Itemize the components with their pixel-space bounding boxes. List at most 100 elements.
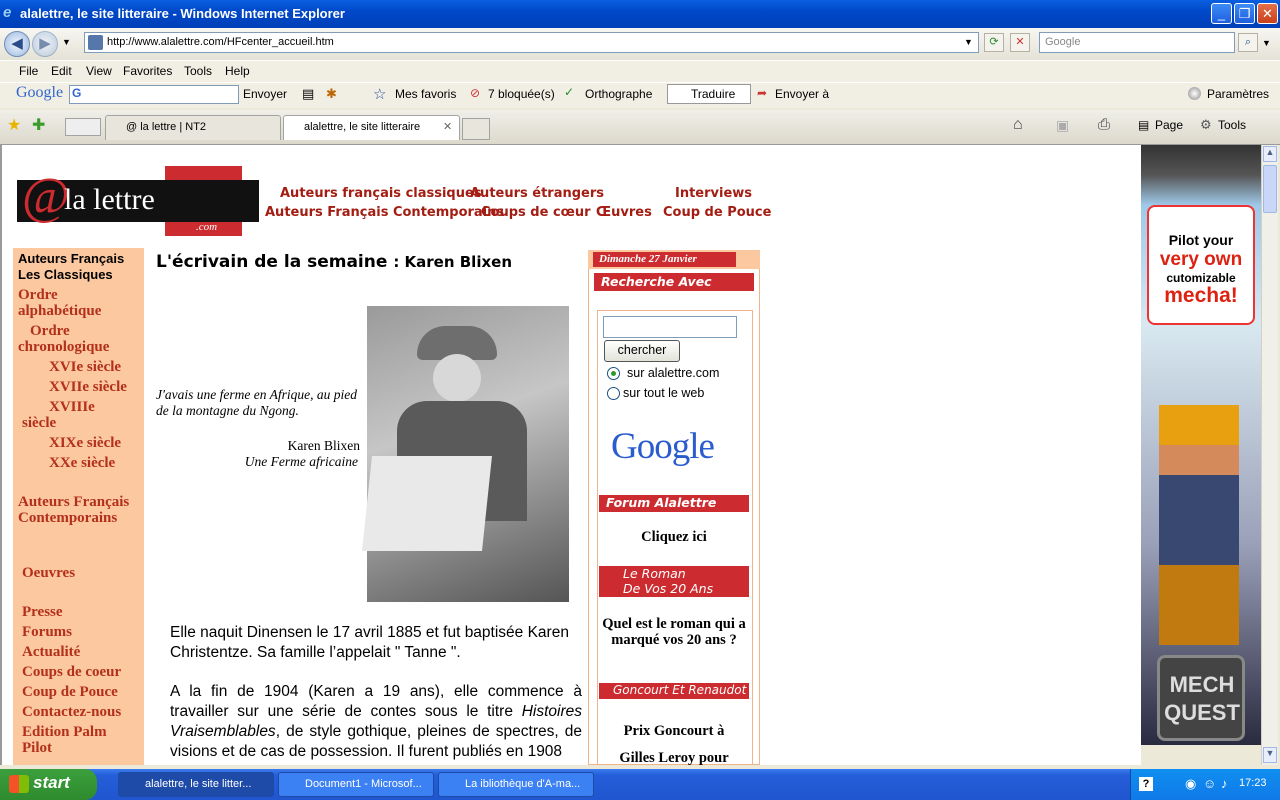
back-button[interactable]: ◀ (4, 31, 30, 57)
send-to-icon: ➦ (757, 86, 768, 100)
sidebar-item-xxe[interactable]: XXe siècle (49, 455, 115, 471)
sidebar-item-presse[interactable]: Presse (22, 604, 63, 620)
help-icon[interactable]: ? (1139, 777, 1153, 791)
tab-close-icon[interactable]: ✕ (443, 120, 452, 133)
forum-section-title: Forum Alalettre (599, 495, 749, 512)
news-icon[interactable]: ▤ (302, 86, 314, 102)
sidebar-item-coup-de-pouce[interactable]: Coup de Pouce (22, 684, 118, 700)
author-photo (362, 306, 569, 602)
bookmarks-button[interactable]: Mes favoris (395, 87, 456, 101)
maximize-button[interactable]: ❐ (1234, 3, 1255, 24)
sidebar-item-contemporains[interactable]: Auteurs Français Contemporains (18, 494, 133, 526)
spellcheck-button[interactable]: Orthographe (585, 87, 652, 101)
ad-brand-1: MECH (1169, 672, 1235, 697)
nav-interviews[interactable]: Interviews (675, 186, 752, 201)
popups-blocked-button[interactable]: 7 bloquée(s) (488, 87, 555, 101)
translate-button[interactable]: Traduire (691, 87, 735, 101)
nav-auteurs-contemporains[interactable]: Auteurs Français Contemporains (265, 205, 504, 220)
radio-web[interactable] (607, 387, 620, 400)
sidebar-item-xviiie[interactable]: XVIIIe siècle (22, 399, 112, 431)
print-icon[interactable]: ⎙ (1098, 116, 1110, 133)
history-dropdown-icon[interactable]: ▼ (62, 37, 71, 47)
logo-at-sign[interactable]: @ (22, 167, 70, 227)
roman-title-line2: De Vos 20 Ans (623, 581, 714, 596)
tools-menu-button[interactable]: Tools (1218, 118, 1246, 132)
stop-icon[interactable]: ✕ (1010, 33, 1030, 52)
sidebar-item-palm[interactable]: Edition Palm Pilot (22, 724, 122, 756)
radio-alalettre[interactable] (607, 367, 620, 380)
page-title-author: : Karen Blixen (393, 253, 512, 271)
ie-icon: e (3, 4, 12, 21)
volume-icon[interactable]: ♪ (1221, 776, 1228, 791)
sidebar-item-actualite[interactable]: Actualité (22, 644, 80, 660)
network-icon[interactable]: ◉ (1185, 776, 1196, 792)
page-scrollbar[interactable]: ▲ ▼ (1261, 145, 1278, 765)
goncourt-section-title: Goncourt Et Renaudot (599, 683, 749, 699)
goncourt-text-1[interactable]: Prix Goncourt à (599, 723, 749, 740)
menu-view[interactable]: View (86, 64, 112, 78)
sidebar-item-forums[interactable]: Forums (22, 624, 72, 640)
sidebar-heading-francais: Auteurs Français (18, 251, 125, 266)
scroll-thumb[interactable] (1263, 165, 1277, 213)
roman-question-link[interactable]: Quel est le roman qui a marqué vos 20 an… (599, 616, 749, 648)
tab-nt2[interactable]: @ la lettre | NT2 (105, 115, 281, 140)
sidebar-item-ordre-chrono[interactable]: Ordre chronologique (18, 323, 136, 355)
search-icon[interactable]: ⌕ (1238, 33, 1258, 52)
task-document1[interactable]: Document1 - Microsof... (278, 772, 434, 797)
settings-button[interactable]: Paramètres (1207, 87, 1269, 101)
forum-link[interactable]: Cliquez ici (599, 529, 749, 546)
bio-paragraph-2-start: A la fin de 1904 (Karen a 19 ans), elle … (170, 683, 582, 720)
home-icon[interactable]: ⌂ (1013, 116, 1023, 134)
search-input[interactable]: Google (1039, 32, 1235, 53)
add-favorite-icon[interactable]: ✚ (32, 115, 45, 135)
menu-edit[interactable]: Edit (51, 64, 72, 78)
sidebar-item-oeuvres[interactable]: Oeuvres (22, 565, 75, 581)
sidebar-item-ordre-alpha[interactable]: Ordre alphabétique (18, 287, 128, 319)
sidebar-item-xvie[interactable]: XVIe siècle (49, 359, 121, 375)
puzzle-icon[interactable]: ✱ (326, 86, 337, 102)
sidebar-heading-classiques: Les Classiques (18, 267, 113, 282)
refresh-icon[interactable]: ⟳ (984, 33, 1004, 52)
google-send-button[interactable]: Envoyer (243, 87, 287, 101)
task-alalettre[interactable]: alalettre, le site litter... (118, 772, 274, 797)
tab-alalettre[interactable]: alalettre, le site litteraire (283, 115, 460, 140)
messenger-icon[interactable]: ☺ (1203, 776, 1216, 791)
scroll-down-icon[interactable]: ▼ (1263, 747, 1277, 763)
nav-auteurs-classiques[interactable]: Auteurs français classiques (280, 186, 482, 201)
close-button[interactable]: ✕ (1257, 3, 1278, 24)
system-tray: ? ◉ ☺ ♪ 17:23 (1130, 769, 1280, 800)
google-logo[interactable]: Google (611, 425, 715, 468)
quick-tabs-button[interactable] (65, 118, 101, 136)
forward-button[interactable]: ▶ (32, 31, 58, 57)
sidebar-item-contact[interactable]: Contactez-nous (22, 704, 121, 720)
menu-tools[interactable]: Tools (184, 64, 212, 78)
clock[interactable]: 17:23 (1239, 777, 1267, 789)
feeds-icon[interactable]: ▣ (1056, 117, 1069, 134)
sidebar-item-xixe[interactable]: XIXe siècle (49, 435, 121, 451)
nav-auteurs-etrangers[interactable]: Auteurs étrangers (470, 186, 604, 201)
menu-favorites[interactable]: Favorites (123, 64, 172, 78)
menu-file[interactable]: File (19, 64, 38, 78)
search-button[interactable]: chercher (604, 340, 680, 362)
search-options-icon[interactable]: ▼ (1262, 38, 1271, 48)
nav-oeuvres[interactable]: Œuvres (596, 205, 652, 220)
goncourt-text-2[interactable]: Gilles Leroy pour (599, 750, 749, 767)
sidebar-item-xviie[interactable]: XVIIe siècle (49, 379, 127, 395)
new-tab-button[interactable] (462, 118, 490, 140)
address-dropdown-icon[interactable]: ▼ (964, 37, 973, 47)
address-input[interactable]: http://www.alalettre.com/HFcenter_accuei… (84, 32, 979, 53)
minimize-button[interactable]: _ (1211, 3, 1232, 24)
scroll-up-icon[interactable]: ▲ (1263, 146, 1277, 162)
nav-coup-de-pouce[interactable]: Coup de Pouce (663, 205, 771, 220)
star-icon[interactable]: ☆ (373, 85, 386, 103)
site-logo[interactable]: la lettre (64, 183, 155, 217)
sidebar-item-coups-de-coeur[interactable]: Coups de coeur (22, 664, 121, 680)
send-to-button[interactable]: Envoyer à (775, 87, 829, 101)
google-search-field[interactable] (69, 85, 239, 104)
nav-coups-de-coeur[interactable]: Coups de cœur (481, 205, 591, 220)
page-menu-button[interactable]: Page (1155, 118, 1183, 132)
site-search-input[interactable] (603, 316, 737, 338)
favorites-star-icon[interactable]: ★ (7, 115, 21, 135)
menu-help[interactable]: Help (225, 64, 250, 78)
task-bibliotheque[interactable]: La ibliothèque d'A-ma... (438, 772, 594, 797)
